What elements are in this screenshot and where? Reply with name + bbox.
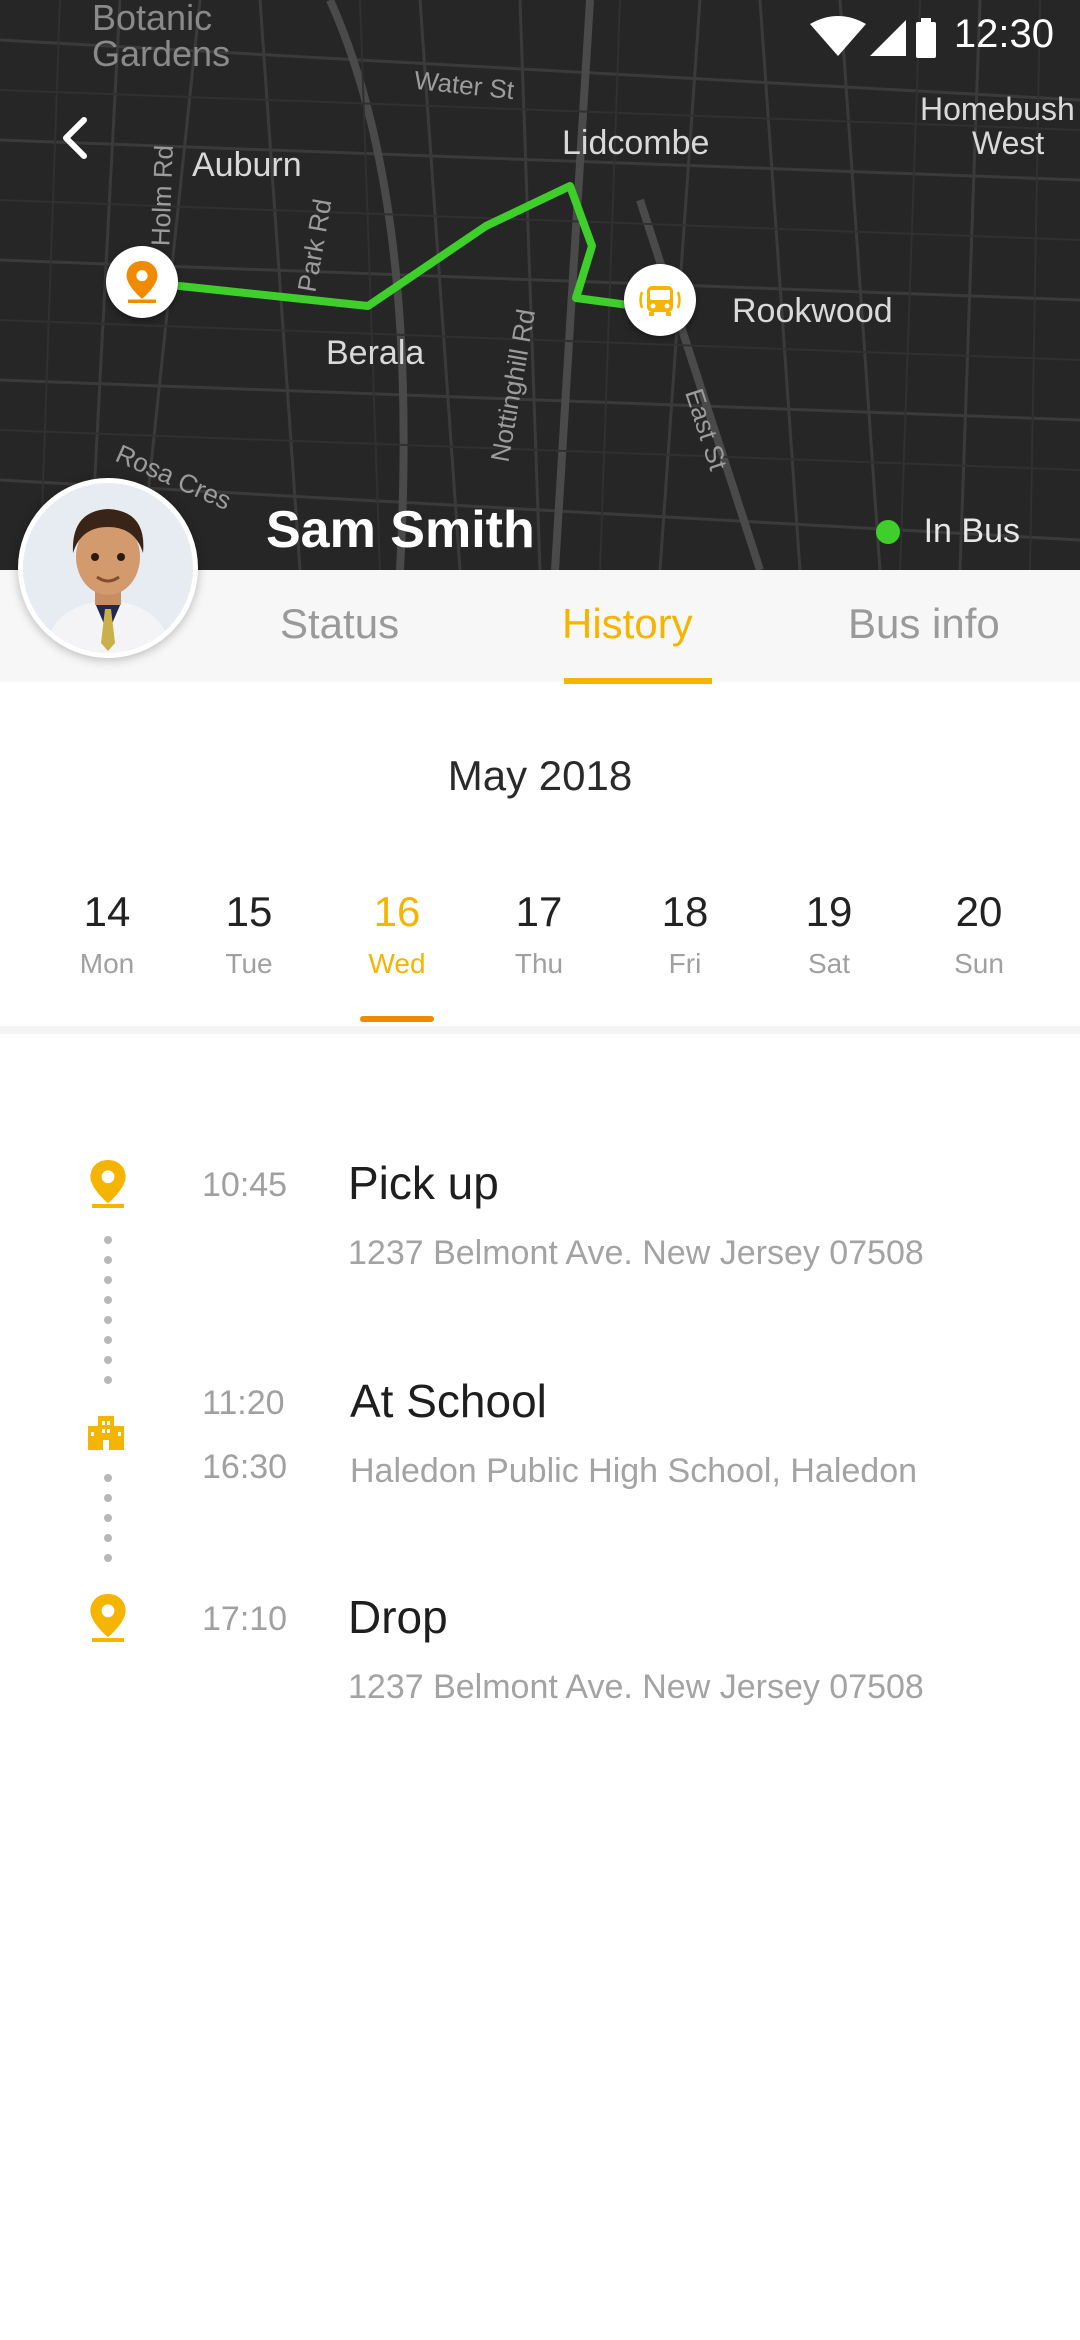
timeline-title: Pick up bbox=[348, 1157, 499, 1209]
day-name: Sat bbox=[807, 948, 851, 979]
timeline-time: 17:10 bbox=[202, 1600, 288, 1638]
day-name: Mon bbox=[79, 948, 135, 979]
back-arrow-icon bbox=[63, 117, 87, 159]
map-label-lidcombe: Lidcombe bbox=[562, 124, 710, 162]
battery-icon bbox=[916, 22, 936, 58]
map-label-berala: Berala bbox=[326, 334, 425, 372]
map-label-rookwood: Rookwood bbox=[732, 292, 893, 330]
calendar-day[interactable]: 15 Tue bbox=[194, 888, 304, 980]
day-number: 18 bbox=[661, 888, 709, 935]
timeline-connector bbox=[104, 1236, 112, 1396]
bus-status: In Bus bbox=[875, 512, 1020, 551]
wifi-icon bbox=[810, 16, 866, 56]
avatar[interactable] bbox=[18, 478, 198, 658]
timeline-address: Haledon Public High School, Haledon bbox=[350, 1452, 918, 1490]
location-pin-icon bbox=[88, 1594, 128, 1642]
bus-status-label: In Bus bbox=[923, 512, 1020, 550]
day-number: 16 bbox=[373, 888, 421, 935]
signal-icon bbox=[870, 20, 906, 56]
map-label-holm-rd: Holm Rd bbox=[145, 144, 179, 247]
day-number: 17 bbox=[515, 888, 563, 935]
timeline-time: 16:30 bbox=[202, 1448, 288, 1486]
day-number: 14 bbox=[83, 888, 131, 935]
day-name: Thu bbox=[514, 948, 564, 979]
calendar-day[interactable]: 20 Sun bbox=[924, 888, 1034, 980]
back-button[interactable] bbox=[48, 110, 104, 166]
day-name: Wed bbox=[368, 948, 426, 979]
student-photo bbox=[23, 483, 193, 653]
day-number: 15 bbox=[225, 888, 273, 935]
day-name: Fri bbox=[668, 948, 702, 979]
timeline-time: 10:45 bbox=[202, 1166, 288, 1204]
calendar-month-title: May 2018 bbox=[447, 752, 633, 799]
timeline-address: 1237 Belmont Ave. New Jersey 07508 bbox=[348, 1234, 924, 1272]
calendar-day[interactable]: 19 Sat bbox=[774, 888, 884, 980]
calendar-day[interactable]: 17 Thu bbox=[484, 888, 594, 980]
day-name: Sun bbox=[954, 948, 1004, 979]
day-number: 20 bbox=[955, 888, 1003, 935]
map-label-homebush: Homebush West bbox=[920, 91, 1075, 161]
timeline-title: At School bbox=[350, 1375, 547, 1427]
status-icons bbox=[810, 16, 940, 65]
day-number: 19 bbox=[805, 888, 853, 935]
student-name: Sam Smith bbox=[266, 501, 535, 559]
status-time: 12:30 bbox=[953, 12, 1054, 56]
bus-marker[interactable] bbox=[624, 264, 696, 336]
timeline-connector bbox=[104, 1474, 112, 1574]
pickup-marker[interactable] bbox=[106, 246, 178, 318]
location-pin-icon bbox=[88, 1160, 128, 1208]
timeline-time: 11:20 bbox=[202, 1384, 285, 1422]
selected-day-indicator bbox=[360, 1016, 434, 1022]
map-label-auburn: Auburn bbox=[192, 146, 302, 184]
divider bbox=[0, 1026, 1080, 1034]
calendar-day-selected[interactable]: 16 Wed bbox=[342, 888, 452, 980]
status-dot-icon bbox=[875, 519, 900, 544]
day-name: Tue bbox=[225, 948, 273, 979]
route-map[interactable]: Botanic Gardens Water St Homebush West Aub… bbox=[0, 0, 1080, 570]
school-building-icon bbox=[86, 1412, 126, 1460]
tab-bus-info[interactable]: Bus info bbox=[848, 600, 1000, 648]
tab-status[interactable]: Status bbox=[280, 600, 399, 648]
calendar-day[interactable]: 18 Fri bbox=[630, 888, 740, 980]
location-pin-icon bbox=[126, 261, 158, 303]
active-tab-indicator bbox=[564, 678, 712, 684]
status-bar: 12:30 bbox=[0, 0, 1080, 72]
timeline-address: 1237 Belmont Ave. New Jersey 07508 bbox=[348, 1668, 924, 1706]
timeline-title: Drop bbox=[348, 1591, 448, 1643]
calendar-day[interactable]: 14 Mon bbox=[52, 888, 162, 980]
tab-history[interactable]: History bbox=[562, 600, 693, 648]
bus-icon bbox=[639, 286, 681, 316]
